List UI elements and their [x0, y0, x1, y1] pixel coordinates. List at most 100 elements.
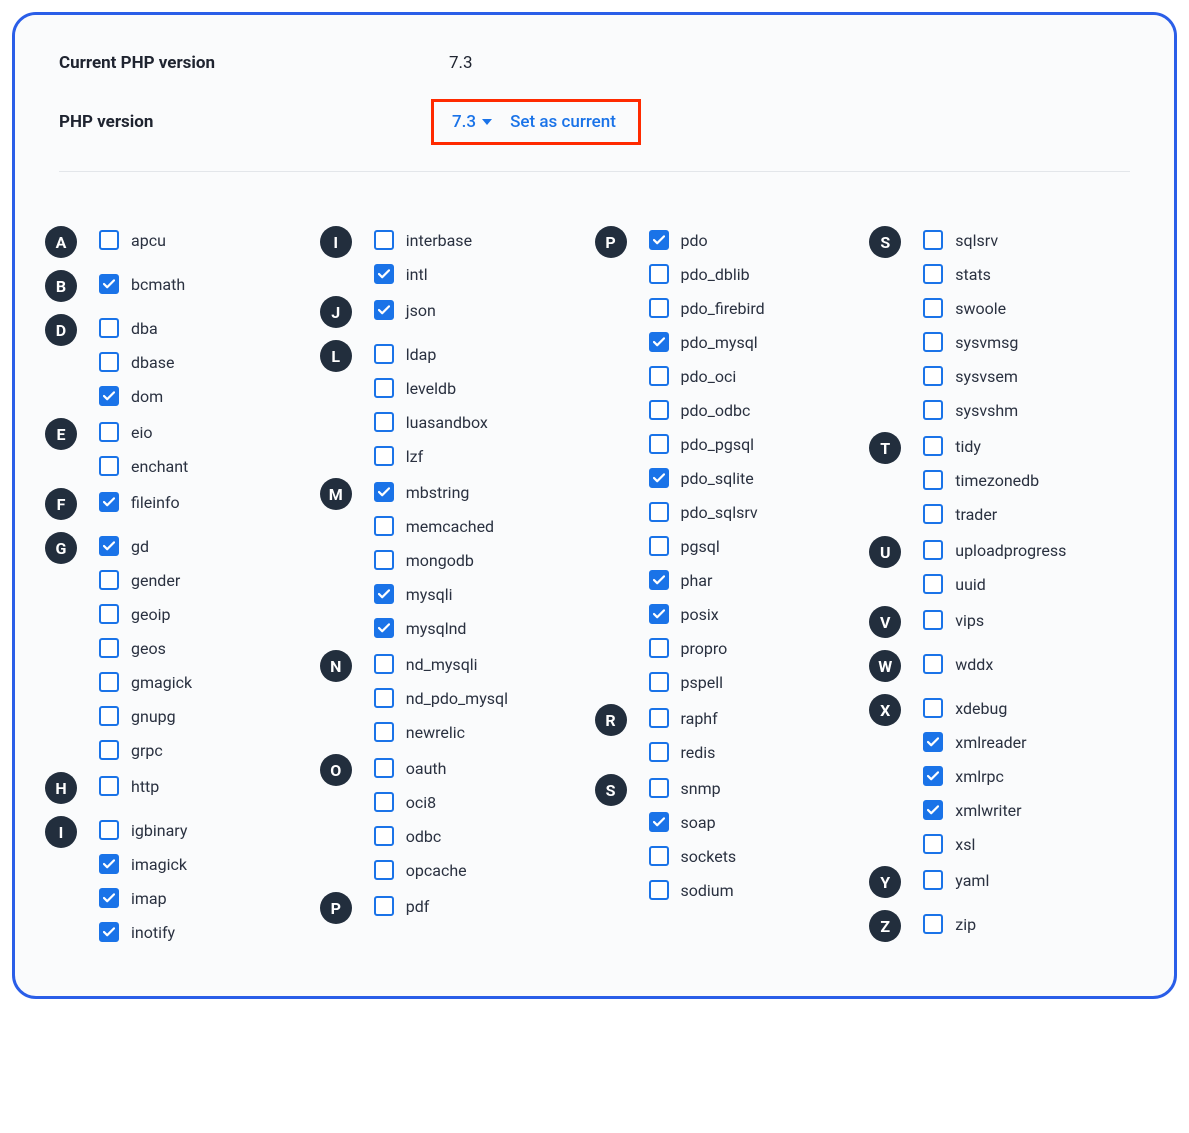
- checkbox[interactable]: [923, 332, 943, 352]
- extension-item-yaml[interactable]: yaml: [923, 870, 989, 890]
- checkbox[interactable]: [649, 708, 669, 728]
- extension-item-pdo_mysql[interactable]: pdo_mysql: [649, 332, 765, 352]
- extension-item-odbc[interactable]: odbc: [374, 826, 467, 846]
- extension-item-xdebug[interactable]: xdebug: [923, 698, 1026, 718]
- checkbox[interactable]: [923, 834, 943, 854]
- checkbox[interactable]: [923, 540, 943, 560]
- checkbox[interactable]: [374, 412, 394, 432]
- checkbox[interactable]: [374, 688, 394, 708]
- extension-item-redis[interactable]: redis: [649, 742, 718, 762]
- checkbox[interactable]: [374, 722, 394, 742]
- extension-item-pdo_sqlite[interactable]: pdo_sqlite: [649, 468, 765, 488]
- checkbox[interactable]: [649, 366, 669, 386]
- extension-item-newrelic[interactable]: newrelic: [374, 722, 508, 742]
- checkbox[interactable]: [649, 742, 669, 762]
- extension-item-enchant[interactable]: enchant: [99, 456, 188, 476]
- checkbox[interactable]: [99, 740, 119, 760]
- extension-item-inotify[interactable]: inotify: [99, 922, 187, 942]
- extension-item-sqlsrv[interactable]: sqlsrv: [923, 230, 1018, 250]
- extension-item-snmp[interactable]: snmp: [649, 778, 737, 798]
- checkbox[interactable]: [649, 332, 669, 352]
- extension-item-sysvshm[interactable]: sysvshm: [923, 400, 1018, 420]
- extension-item-raphf[interactable]: raphf: [649, 708, 718, 728]
- extension-item-geos[interactable]: geos: [99, 638, 192, 658]
- extension-item-trader[interactable]: trader: [923, 504, 1039, 524]
- extension-item-vips[interactable]: vips: [923, 610, 984, 630]
- extension-item-dom[interactable]: dom: [99, 386, 174, 406]
- checkbox[interactable]: [649, 230, 669, 250]
- checkbox[interactable]: [923, 366, 943, 386]
- extension-item-posix[interactable]: posix: [649, 604, 765, 624]
- extension-item-uploadprogress[interactable]: uploadprogress: [923, 540, 1066, 560]
- extension-item-gd[interactable]: gd: [99, 536, 192, 556]
- checkbox[interactable]: [374, 826, 394, 846]
- extension-item-xmlrpc[interactable]: xmlrpc: [923, 766, 1026, 786]
- extension-item-oci8[interactable]: oci8: [374, 792, 467, 812]
- checkbox[interactable]: [649, 400, 669, 420]
- checkbox[interactable]: [99, 536, 119, 556]
- extension-item-interbase[interactable]: interbase: [374, 230, 472, 250]
- checkbox[interactable]: [99, 318, 119, 338]
- extension-item-intl[interactable]: intl: [374, 264, 472, 284]
- extension-item-wddx[interactable]: wddx: [923, 654, 993, 674]
- checkbox[interactable]: [99, 386, 119, 406]
- extension-item-leveldb[interactable]: leveldb: [374, 378, 488, 398]
- checkbox[interactable]: [649, 604, 669, 624]
- checkbox[interactable]: [99, 776, 119, 796]
- extension-item-pdf[interactable]: pdf: [374, 896, 430, 916]
- checkbox[interactable]: [99, 638, 119, 658]
- extension-item-soap[interactable]: soap: [649, 812, 737, 832]
- checkbox[interactable]: [649, 434, 669, 454]
- checkbox[interactable]: [99, 604, 119, 624]
- checkbox[interactable]: [99, 274, 119, 294]
- extension-item-mongodb[interactable]: mongodb: [374, 550, 494, 570]
- extension-item-mysqli[interactable]: mysqli: [374, 584, 494, 604]
- extension-item-bcmath[interactable]: bcmath: [99, 274, 185, 294]
- extension-item-ldap[interactable]: ldap: [374, 344, 488, 364]
- checkbox[interactable]: [374, 550, 394, 570]
- checkbox[interactable]: [649, 672, 669, 692]
- extension-item-fileinfo[interactable]: fileinfo: [99, 492, 180, 512]
- checkbox[interactable]: [923, 654, 943, 674]
- checkbox[interactable]: [923, 766, 943, 786]
- checkbox[interactable]: [374, 618, 394, 638]
- checkbox[interactable]: [649, 638, 669, 658]
- extension-item-xmlwriter[interactable]: xmlwriter: [923, 800, 1026, 820]
- extension-item-pdo_pgsql[interactable]: pdo_pgsql: [649, 434, 765, 454]
- checkbox[interactable]: [374, 860, 394, 880]
- set-as-current-button[interactable]: Set as current: [510, 112, 616, 132]
- extension-item-pdo_firebird[interactable]: pdo_firebird: [649, 298, 765, 318]
- checkbox[interactable]: [99, 456, 119, 476]
- checkbox[interactable]: [923, 400, 943, 420]
- extension-item-gnupg[interactable]: gnupg: [99, 706, 192, 726]
- checkbox[interactable]: [649, 846, 669, 866]
- checkbox[interactable]: [649, 778, 669, 798]
- extension-item-opcache[interactable]: opcache: [374, 860, 467, 880]
- checkbox[interactable]: [923, 870, 943, 890]
- checkbox[interactable]: [649, 812, 669, 832]
- extension-item-gender[interactable]: gender: [99, 570, 192, 590]
- extension-item-xsl[interactable]: xsl: [923, 834, 1026, 854]
- checkbox[interactable]: [374, 446, 394, 466]
- extension-item-dbase[interactable]: dbase: [99, 352, 174, 372]
- extension-item-oauth[interactable]: oauth: [374, 758, 467, 778]
- extension-item-geoip[interactable]: geoip: [99, 604, 192, 624]
- extension-item-zip[interactable]: zip: [923, 914, 976, 934]
- extension-item-pgsql[interactable]: pgsql: [649, 536, 765, 556]
- extension-item-sodium[interactable]: sodium: [649, 880, 737, 900]
- extension-item-uuid[interactable]: uuid: [923, 574, 1066, 594]
- checkbox[interactable]: [99, 854, 119, 874]
- extension-item-apcu[interactable]: apcu: [99, 230, 166, 250]
- checkbox[interactable]: [923, 698, 943, 718]
- checkbox[interactable]: [374, 654, 394, 674]
- checkbox[interactable]: [923, 470, 943, 490]
- extension-item-propro[interactable]: propro: [649, 638, 765, 658]
- extension-item-swoole[interactable]: swoole: [923, 298, 1018, 318]
- checkbox[interactable]: [99, 820, 119, 840]
- checkbox[interactable]: [374, 584, 394, 604]
- checkbox[interactable]: [649, 264, 669, 284]
- extension-item-pdo_oci[interactable]: pdo_oci: [649, 366, 765, 386]
- extension-item-imap[interactable]: imap: [99, 888, 187, 908]
- extension-item-http[interactable]: http: [99, 776, 159, 796]
- extension-item-pspell[interactable]: pspell: [649, 672, 765, 692]
